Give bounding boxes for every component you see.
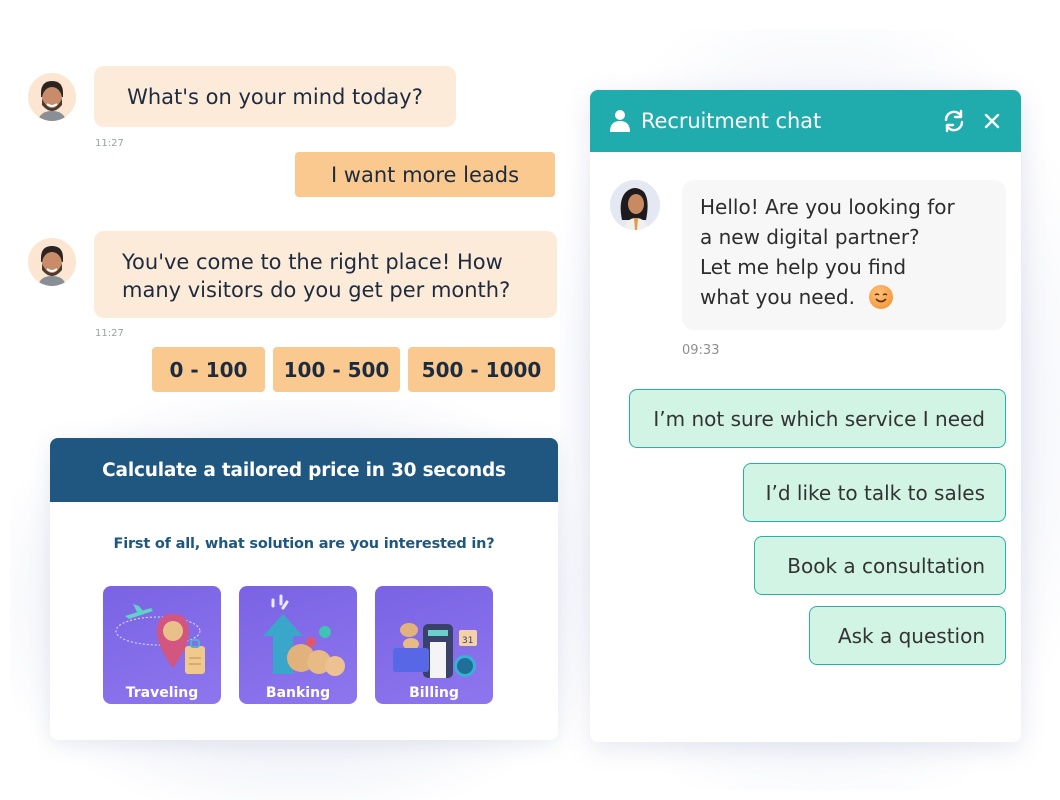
bot-message-text: What's on your mind today? — [127, 84, 423, 109]
quick-reply-100-500[interactable]: 100 - 500 — [273, 347, 400, 392]
man-avatar-icon — [28, 73, 76, 121]
bot-message: What's on your mind today? — [94, 66, 456, 127]
option-talk-to-sales[interactable]: I’d like to talk to sales — [743, 463, 1006, 522]
solution-options: Traveling Banking 31 Billing — [103, 586, 493, 704]
widget-title: Recruitment chat — [641, 109, 822, 133]
agent-message: Hello! Are you looking for a new digital… — [682, 180, 1006, 330]
option-banking[interactable]: Banking — [239, 586, 357, 704]
calculator-question: First of all, what solution are you inte… — [113, 536, 495, 552]
agent-message-line: what you need. — [700, 285, 855, 309]
recruitment-chat-widget: Recruitment chat Hello! Are you looking … — [590, 90, 1021, 742]
option-not-sure-service[interactable]: I’m not sure which service I need — [629, 389, 1006, 448]
person-icon — [610, 110, 630, 132]
travel-illustration-icon — [115, 604, 205, 674]
bot-avatar — [28, 73, 76, 121]
refresh-button[interactable] — [939, 106, 969, 136]
quick-reply-500-1000[interactable]: 500 - 1000 — [408, 347, 555, 392]
agent-message-line: a new digital partner? — [700, 225, 920, 249]
message-timestamp: 09:33 — [682, 343, 720, 358]
option-label: Banking — [265, 685, 331, 701]
close-button[interactable] — [977, 106, 1007, 136]
bot-avatar — [28, 238, 76, 286]
billing-illustration-icon: 31 — [393, 623, 477, 678]
message-timestamp: 11:27 — [95, 138, 124, 149]
bot-message-line: You've come to the right place! How — [122, 250, 503, 274]
agent-avatar — [610, 180, 660, 230]
man-avatar-icon — [28, 238, 76, 286]
message-timestamp: 11:27 — [95, 328, 124, 339]
agent-message-line: Hello! Are you looking for — [700, 195, 955, 219]
calculator-header: Calculate a tailored price in 30 seconds — [50, 438, 558, 502]
agent-message-line: Let me help you find — [700, 255, 907, 279]
option-book-consultation[interactable]: Book a consultation — [754, 536, 1006, 595]
option-label: Traveling — [125, 685, 199, 701]
woman-avatar-icon — [610, 180, 660, 230]
option-billing[interactable]: 31 Billing — [375, 586, 493, 704]
user-message-pill[interactable]: I want more leads — [295, 152, 555, 197]
bot-message-line: many visitors do you get per month? — [122, 278, 511, 302]
quick-reply-0-100[interactable]: 0 - 100 — [152, 347, 265, 392]
close-icon — [984, 113, 1000, 129]
option-label: Billing — [409, 685, 459, 701]
option-traveling[interactable]: Traveling — [103, 586, 221, 704]
price-calculator-card: Calculate a tailored price in 30 seconds… — [50, 438, 558, 740]
widget-header: Recruitment chat — [590, 90, 1021, 152]
smiling-face-emoji-icon — [869, 285, 894, 309]
refresh-icon — [944, 109, 964, 133]
banking-illustration-icon — [263, 594, 345, 676]
option-ask-question[interactable]: Ask a question — [809, 606, 1006, 665]
svg-text:31: 31 — [462, 636, 473, 646]
bot-message: You've come to the right place! How many… — [94, 231, 557, 318]
calculator-title: Calculate a tailored price in 30 seconds — [102, 459, 506, 481]
